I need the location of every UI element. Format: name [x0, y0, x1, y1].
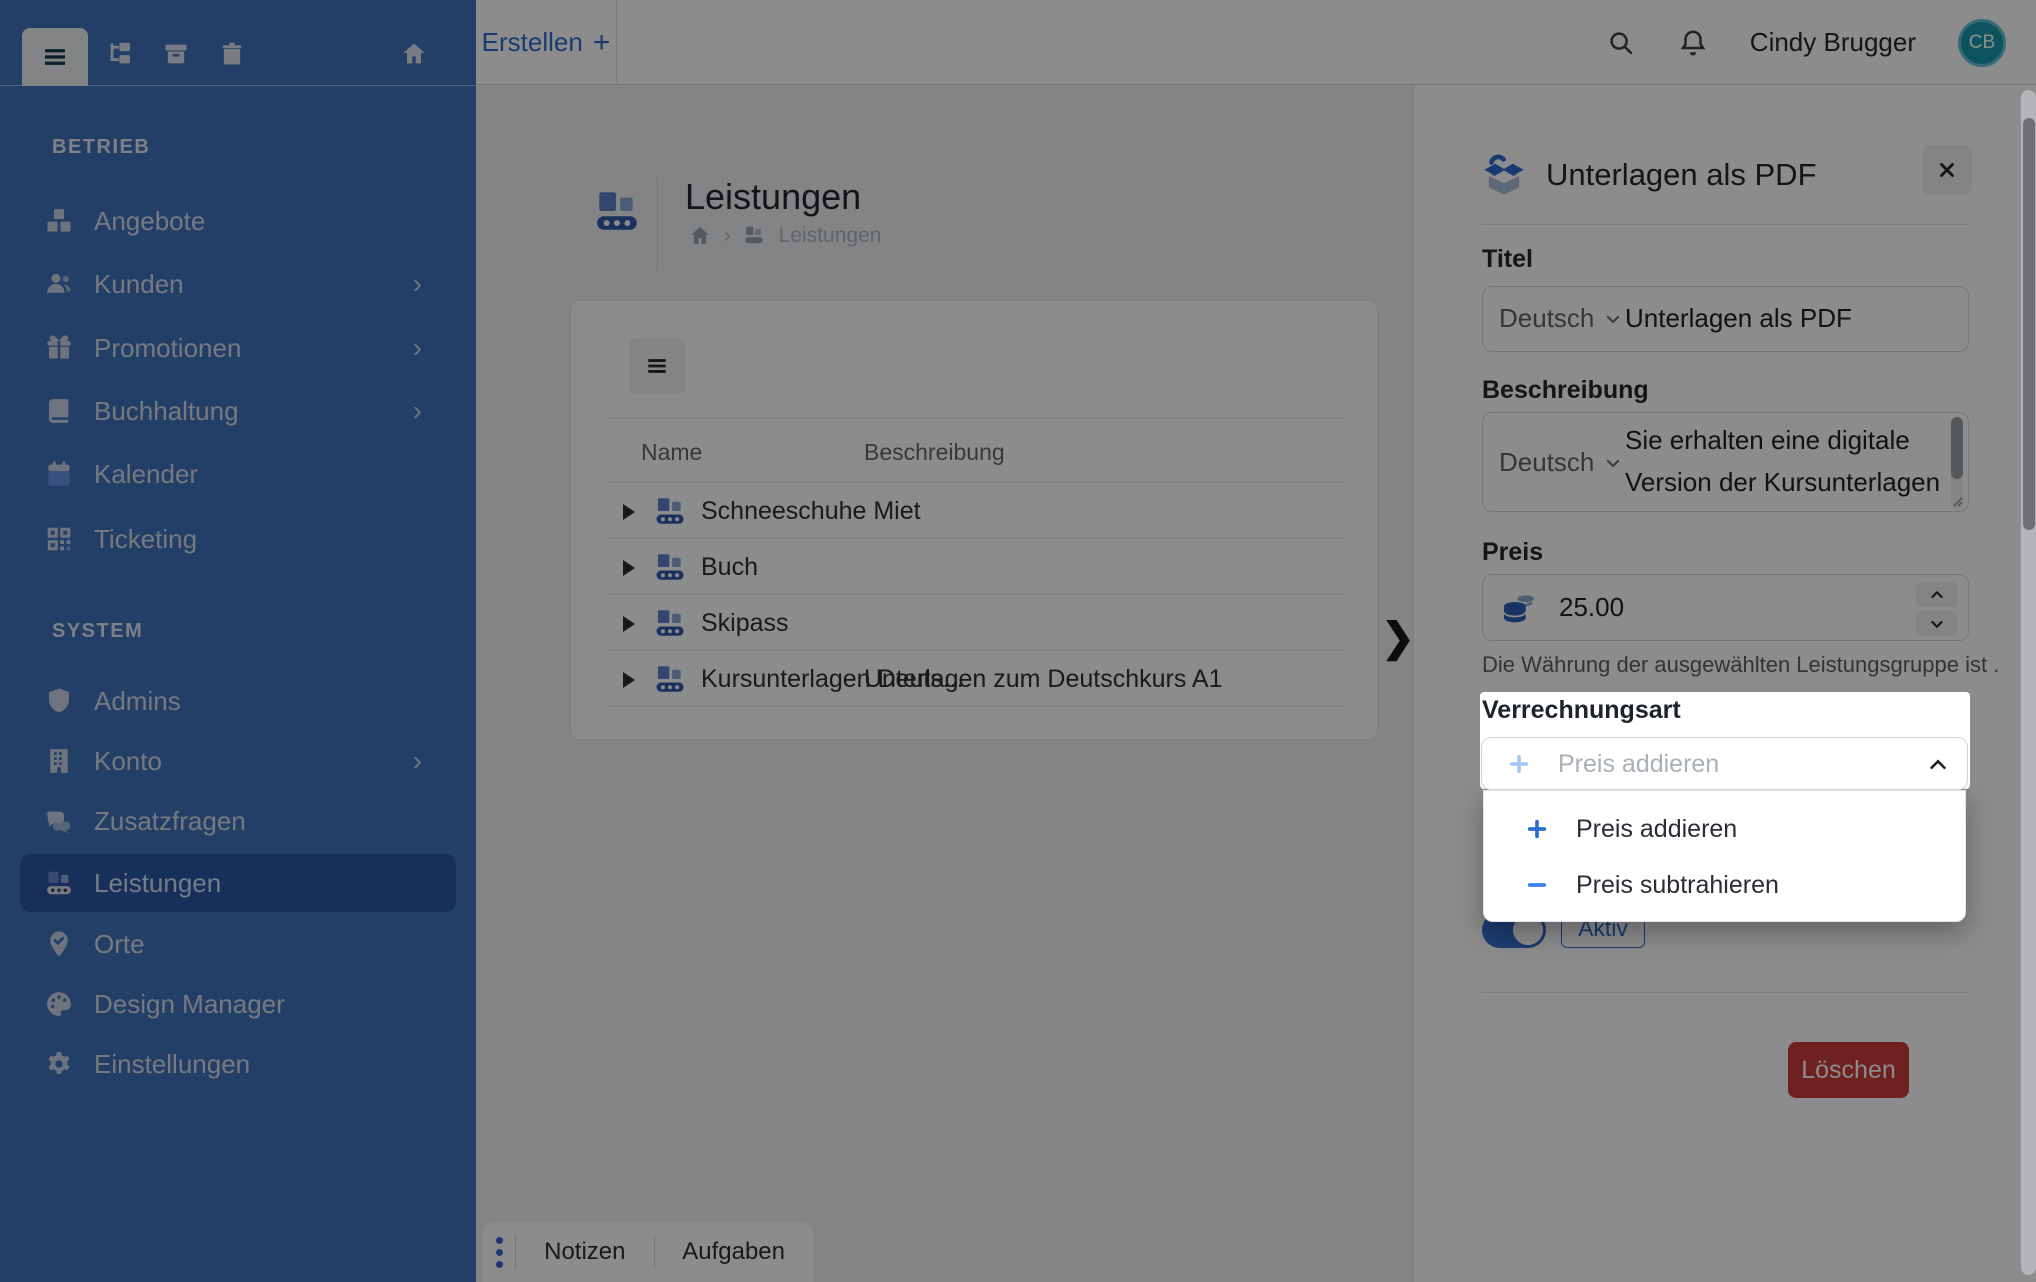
app-window: Erstellen + Cindy Brugger CB	[0, 0, 2036, 1282]
modal-backdrop[interactable]	[0, 0, 2036, 1282]
option-label: Preis subtrahieren	[1576, 871, 1779, 900]
minus-icon	[1526, 874, 1548, 896]
chevron-up-icon	[1927, 754, 1949, 776]
verrechnungsart-dropdown: Preis addieren Preis subtrahieren	[1483, 790, 1966, 922]
select-value: Preis addieren	[1558, 750, 1719, 779]
verrechnungsart-label: Verrechnungsart	[1482, 696, 1681, 725]
plus-icon	[1508, 753, 1530, 775]
scrollbar-thumb[interactable]	[2023, 118, 2035, 530]
plus-icon	[1526, 818, 1548, 840]
option-preis-addieren[interactable]: Preis addieren	[1484, 801, 1967, 857]
drawer-scrollbar[interactable]	[2021, 90, 2036, 1275]
option-preis-subtrahieren[interactable]: Preis subtrahieren	[1484, 857, 1967, 913]
option-label: Preis addieren	[1576, 815, 1737, 844]
verrechnungsart-select[interactable]: Preis addieren	[1481, 737, 1968, 790]
